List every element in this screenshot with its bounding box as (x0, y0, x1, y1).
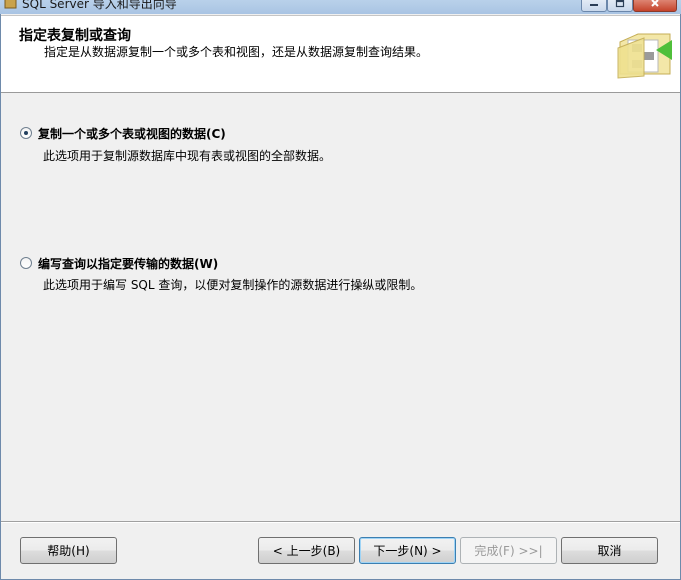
back-button[interactable]: < 上一步(B) (258, 537, 355, 564)
button-divider (1, 521, 680, 523)
copy-tables-label[interactable]: 复制一个或多个表或视图的数据(C) (38, 125, 226, 142)
page-description: 指定是从数据源复制一个或多个表和视图，还是从数据源复制查询结果。 (44, 45, 429, 59)
close-button[interactable] (633, 0, 677, 12)
maximize-icon (615, 0, 625, 8)
title-bar[interactable]: SQL Server 导入和导出向导 (0, 0, 681, 14)
finish-button[interactable]: 完成(F) >>| (460, 537, 557, 564)
app-icon (4, 0, 17, 9)
wizard-folder-icon (617, 33, 672, 79)
maximize-button[interactable] (607, 0, 633, 12)
write-query-description: 此选项用于编写 SQL 查询，以便对复制操作的源数据进行操纵或限制。 (43, 278, 423, 292)
help-button[interactable]: 帮助(H) (20, 537, 117, 564)
write-query-label[interactable]: 编写查询以指定要传输的数据(W) (38, 255, 218, 272)
minimize-button[interactable] (581, 0, 607, 12)
window-title: SQL Server 导入和导出向导 (22, 0, 177, 11)
wizard-header: 指定表复制或查询 指定是从数据源复制一个或多个表和视图，还是从数据源复制查询结果… (1, 15, 680, 93)
write-query-radio[interactable] (20, 257, 32, 269)
close-icon (651, 0, 659, 7)
copy-tables-radio[interactable] (20, 127, 32, 139)
copy-tables-description: 此选项用于复制源数据库中现有表或视图的全部数据。 (43, 149, 332, 163)
minimize-icon (590, 4, 598, 6)
page-title: 指定表复制或查询 (19, 28, 131, 44)
next-button[interactable]: 下一步(N) > (359, 537, 456, 564)
window-controls (581, 0, 677, 12)
cancel-button[interactable]: 取消 (561, 537, 658, 564)
